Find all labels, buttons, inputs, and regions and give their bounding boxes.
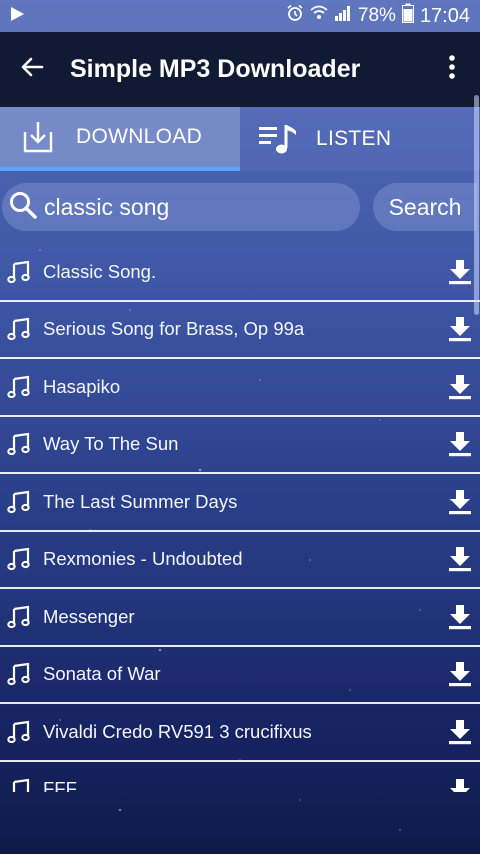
download-arrow-icon[interactable]	[442, 604, 478, 630]
battery-icon	[401, 3, 414, 29]
song-title: Vivaldi Credo RV591 3 crucifixus	[43, 720, 312, 742]
app-title: Simple MP3 Downloader	[70, 55, 361, 83]
song-row[interactable]: Sonata of War	[0, 647, 480, 704]
download-arrow-icon[interactable]	[442, 374, 478, 400]
signal-icon	[334, 4, 352, 28]
more-vert-icon	[448, 54, 456, 85]
play-icon	[8, 5, 26, 28]
song-title: FFF	[43, 777, 77, 792]
download-arrow-icon[interactable]	[442, 661, 478, 687]
clock: 17:04	[419, 4, 470, 27]
status-bar: 78% 17:04	[0, 0, 480, 32]
more-options-button[interactable]	[424, 32, 480, 107]
tab-listen[interactable]: LISTEN	[240, 107, 480, 171]
music-note-icon	[4, 260, 34, 284]
download-arrow-icon[interactable]	[442, 259, 478, 285]
search-button[interactable]: Search	[373, 183, 477, 231]
battery-percent: 78%	[357, 5, 396, 26]
song-row[interactable]: Serious Song for Brass, Op 99a	[0, 302, 480, 359]
song-title: The Last Summer Days	[43, 490, 238, 512]
music-note-icon	[4, 432, 34, 456]
download-arrow-icon[interactable]	[442, 778, 478, 792]
wifi-icon	[310, 4, 328, 28]
song-row[interactable]: Rexmonies - Undoubted	[0, 532, 480, 589]
download-arrow-icon[interactable]	[442, 431, 478, 457]
music-note-icon	[4, 490, 34, 514]
download-arrow-icon[interactable]	[442, 546, 478, 572]
download-tray-icon	[0, 120, 76, 154]
download-arrow-icon[interactable]	[442, 719, 478, 745]
search-icon	[8, 190, 38, 225]
song-title: Classic Song.	[43, 260, 157, 282]
playlist-note-icon	[240, 121, 316, 157]
song-list: Classic Song. Serious Song for Brass, Op …	[0, 244, 480, 792]
search-query: classic song	[44, 193, 170, 220]
tab-listen-label: LISTEN	[316, 127, 392, 150]
song-row[interactable]: Way To The Sun	[0, 417, 480, 474]
download-arrow-icon[interactable]	[442, 489, 478, 515]
music-note-icon	[4, 778, 34, 792]
song-row[interactable]: Vivaldi Credo RV591 3 crucifixus	[0, 704, 480, 762]
song-row[interactable]: The Last Summer Days	[0, 474, 480, 532]
song-title: Hasapiko	[43, 375, 121, 397]
song-row[interactable]: Hasapiko	[0, 359, 480, 417]
music-note-icon	[4, 375, 34, 399]
song-title: Rexmonies - Undoubted	[43, 548, 243, 570]
back-button[interactable]	[0, 32, 64, 107]
song-title: Serious Song for Brass, Op 99a	[43, 318, 305, 340]
app-bar: Simple MP3 Downloader	[0, 32, 480, 107]
alarm-icon	[286, 4, 304, 28]
tab-bar: DOWNLOAD LISTEN	[0, 107, 480, 171]
song-row[interactable]: Messenger	[0, 589, 480, 647]
song-title: Messenger	[43, 605, 135, 627]
tab-download[interactable]: DOWNLOAD	[0, 107, 240, 171]
song-title: Sonata of War	[43, 663, 161, 685]
back-arrow-icon	[20, 55, 44, 84]
scrollbar[interactable]	[474, 95, 479, 315]
search-row: classic song Search	[0, 183, 480, 233]
search-input[interactable]: classic song	[2, 183, 360, 231]
song-row[interactable]: FFF	[0, 762, 480, 792]
tab-download-label: DOWNLOAD	[76, 125, 203, 148]
music-note-icon	[4, 662, 34, 686]
music-note-icon	[4, 547, 34, 571]
music-note-icon	[4, 317, 34, 341]
music-note-icon	[4, 605, 34, 629]
music-note-icon	[4, 720, 34, 744]
song-row[interactable]: Classic Song.	[0, 244, 480, 302]
song-title: Way To The Sun	[43, 433, 179, 455]
download-arrow-icon[interactable]	[442, 316, 478, 342]
